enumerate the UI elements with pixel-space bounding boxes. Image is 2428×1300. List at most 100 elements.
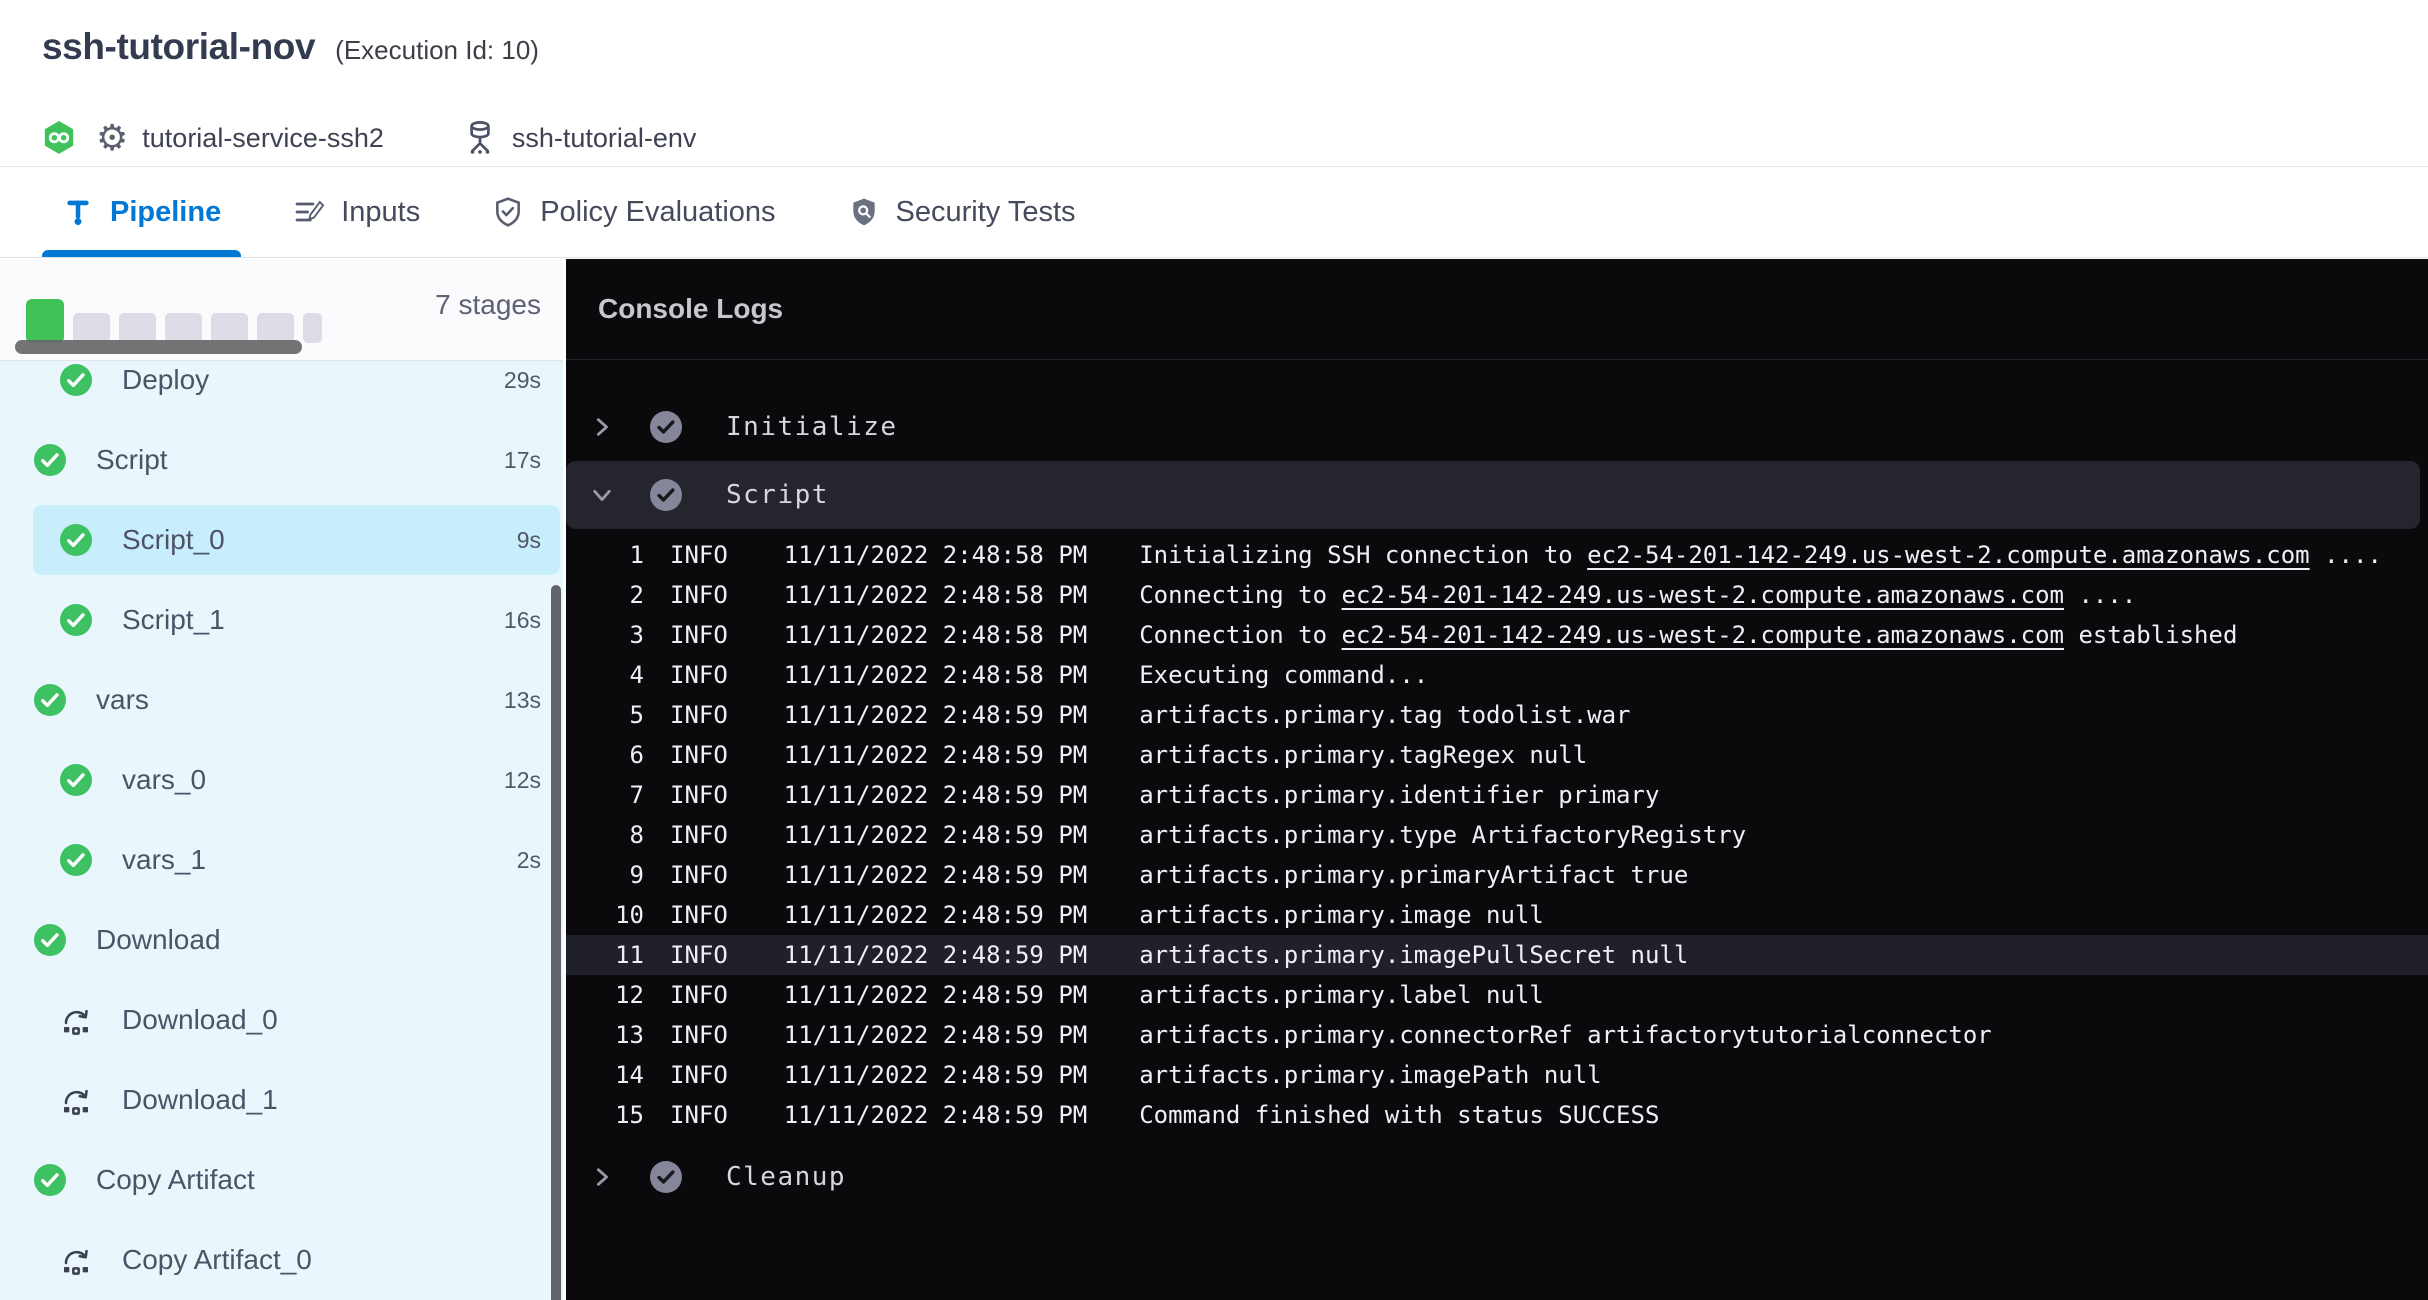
log-timestamp: 11/11/2022 2:48:58 PM [784,661,1087,689]
log-message-text: artifacts.primary.identifier primary [1139,781,1659,809]
log-message: artifacts.primary.identifier primary [1139,781,1659,809]
stage-row-vars-0[interactable]: vars_012s [0,740,563,820]
chevron-down-icon[interactable] [591,484,613,506]
minimap-stage-square[interactable] [211,313,248,343]
log-message-text: Command finished with status SUCCESS [1139,1101,1659,1129]
environment-name[interactable]: ssh-tutorial-env [512,123,697,154]
log-line-1[interactable]: 1INFO11/11/2022 2:48:58 PMInitializing S… [566,535,2428,575]
log-message-text: artifacts.primary.image null [1139,901,1544,929]
minimap-horizontal-scrollbar[interactable] [15,340,302,354]
log-line-9[interactable]: 9INFO11/11/2022 2:48:59 PMartifacts.prim… [566,855,2428,895]
log-line-number: 8 [566,821,644,849]
stage-row-vars[interactable]: vars13s [0,660,563,740]
minimap-stage-square[interactable] [73,313,110,343]
service-gear-icon: ⚙ [96,120,128,156]
stage-row-copy-artifact[interactable]: Copy Artifact [0,1140,563,1220]
log-message-text: artifacts.primary.label null [1139,981,1544,1009]
log-line-5[interactable]: 5INFO11/11/2022 2:48:59 PMartifacts.prim… [566,695,2428,735]
log-message: artifacts.primary.label null [1139,981,1544,1009]
stage-row-download-0[interactable]: Download_0 [0,980,563,1060]
log-line-number: 6 [566,741,644,769]
log-line-15[interactable]: 15INFO11/11/2022 2:48:59 PMCommand finis… [566,1095,2428,1135]
minimap-stage-square[interactable] [303,313,322,343]
stage-minimap[interactable] [26,299,322,343]
page-header: ssh-tutorial-nov (Execution Id: 10) ⚙ tu… [0,0,2428,166]
log-line-12[interactable]: 12INFO11/11/2022 2:48:59 PMartifacts.pri… [566,975,2428,1015]
service-name[interactable]: tutorial-service-ssh2 [142,123,384,154]
log-section-cleanup[interactable]: Cleanup [566,1143,2428,1211]
log-timestamp: 11/11/2022 2:48:59 PM [784,821,1087,849]
log-line-11[interactable]: 11INFO11/11/2022 2:48:59 PMartifacts.pri… [566,935,2428,975]
log-level: INFO [670,1101,728,1129]
stage-row-download-1[interactable]: Download_1 [0,1060,563,1140]
log-message: Connection to ec2-54-201-142-249.us-west… [1139,621,2237,649]
chevron-right-icon[interactable] [591,1166,613,1188]
success-check-icon [60,364,92,396]
log-section-initialize[interactable]: Initialize [566,393,2428,461]
stage-row-vars-1[interactable]: vars_1 2s [0,820,563,900]
log-level: INFO [670,1061,728,1089]
log-line-number: 3 [566,621,644,649]
section-label: Cleanup [726,1162,846,1192]
minimap-stage-square[interactable] [119,313,156,343]
log-message-text: Connecting to [1139,581,1341,609]
log-line-6[interactable]: 6INFO11/11/2022 2:48:59 PMartifacts.prim… [566,735,2428,775]
log-message-text: Executing command... [1139,661,1428,689]
log-host-link[interactable]: ec2-54-201-142-249.us-west-2.compute.ama… [1587,541,2309,569]
minimap-stage-square[interactable] [257,313,294,343]
stage-label: vars_1 [122,844,206,876]
log-message-text: .... [2064,581,2136,609]
log-line-8[interactable]: 8INFO11/11/2022 2:48:59 PMartifacts.prim… [566,815,2428,855]
log-line-10[interactable]: 10INFO11/11/2022 2:48:59 PMartifacts.pri… [566,895,2428,935]
tab-inputs[interactable]: Inputs [287,167,426,257]
success-check-icon [34,924,66,956]
stage-row-script[interactable]: Script17s [0,420,563,500]
sidebar-vertical-scrollbar[interactable] [551,585,561,1300]
stage-duration: 2s [517,847,541,874]
stages-sidebar: 7 stages Deploy29sScript17sScript_09sScr… [0,259,563,1300]
minimap-stage-square[interactable] [165,313,202,343]
log-message: artifacts.primary.imagePullSecret null [1139,941,1688,969]
stage-row-download[interactable]: Download [0,900,563,980]
log-level: INFO [670,661,728,689]
success-check-icon [60,844,92,876]
log-host-link[interactable]: ec2-54-201-142-249.us-west-2.compute.ama… [1342,581,2064,609]
stage-duration: 29s [504,367,541,394]
log-line-2[interactable]: 2INFO11/11/2022 2:48:58 PMConnecting to … [566,575,2428,615]
log-line-4[interactable]: 4INFO11/11/2022 2:48:58 PMExecuting comm… [566,655,2428,695]
stage-row-deploy[interactable]: Deploy29s [0,361,563,420]
stage-duration: 9s [517,527,541,554]
log-host-link[interactable]: ec2-54-201-142-249.us-west-2.compute.ama… [1342,621,2064,649]
log-timestamp: 11/11/2022 2:48:59 PM [784,901,1087,929]
log-message-text: artifacts.primary.imagePullSecret null [1139,941,1688,969]
log-line-13[interactable]: 13INFO11/11/2022 2:48:59 PMartifacts.pri… [566,1015,2428,1055]
log-message: artifacts.primary.connectorRef artifacto… [1139,1021,1992,1049]
log-line-14[interactable]: 14INFO11/11/2022 2:48:59 PMartifacts.pri… [566,1055,2428,1095]
tab-policy-evaluations[interactable]: Policy Evaluations [486,167,781,257]
tab-pipeline[interactable]: Pipeline [56,167,227,257]
log-message: Initializing SSH connection to ec2-54-20… [1139,541,2382,569]
stage-label: Script_1 [122,604,225,636]
minimap-stage-square[interactable] [26,299,64,343]
log-level: INFO [670,741,728,769]
log-message: Executing command... [1139,661,1428,689]
stage-row-script-1[interactable]: Script_116s [0,580,563,660]
stage-label: Download [96,924,221,956]
stage-row-copy-artifact-0[interactable]: Copy Artifact_0 [0,1220,563,1300]
log-line-3[interactable]: 3INFO11/11/2022 2:48:58 PMConnection to … [566,615,2428,655]
log-message: artifacts.primary.tag todolist.war [1139,701,1630,729]
log-message: Command finished with status SUCCESS [1139,1101,1659,1129]
stages-summary: 7 stages [0,259,563,361]
stage-duration: 17s [504,447,541,474]
tab-security-tests[interactable]: Security Tests [842,167,1082,257]
chevron-right-icon[interactable] [591,416,613,438]
log-line-number: 7 [566,781,644,809]
log-line-number: 13 [566,1021,644,1049]
log-line-7[interactable]: 7INFO11/11/2022 2:48:59 PMartifacts.prim… [566,775,2428,815]
stage-row-script-0[interactable]: Script_09s [0,500,563,580]
log-line-number: 15 [566,1101,644,1129]
log-level: INFO [670,821,728,849]
log-timestamp: 11/11/2022 2:48:58 PM [784,581,1087,609]
log-section-script[interactable]: Script [566,461,2420,529]
tab-label: Pipeline [110,196,221,229]
